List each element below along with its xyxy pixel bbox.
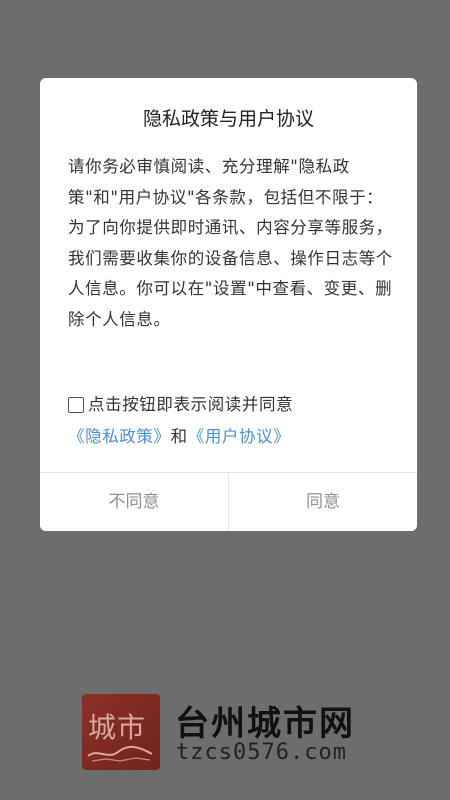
logo-text: 城市 [88, 711, 147, 744]
disagree-button[interactable]: 不同意 [40, 473, 228, 531]
consent-and-text: 和 [170, 427, 188, 446]
consent-row: 点击按钮即表示阅读并同意《隐私政策》和《用户协议》 [68, 389, 393, 453]
privacy-dialog: 隐私政策与用户协议 请你务必审慎阅读、充分理解"隐私政策"和"用户协议"各条款，… [40, 78, 417, 531]
consent-checkbox[interactable] [68, 397, 84, 413]
privacy-policy-link[interactable]: 《隐私政策》 [68, 427, 171, 446]
logo-swoosh-icon [87, 746, 153, 762]
dialog-body-text: 请你务必审慎阅读、充分理解"隐私政策"和"用户协议"各条款，包括但不限于：为了向… [68, 157, 393, 329]
brand-name: 台州城市网 [175, 704, 355, 744]
agree-button[interactable]: 同意 [229, 473, 417, 531]
user-agreement-link[interactable]: 《用户协议》 [188, 427, 291, 446]
brand-logo-icon: 城市 [82, 694, 160, 770]
brand-url: tzcs0576.com [176, 740, 347, 765]
dialog-title: 隐私政策与用户协议 [142, 108, 314, 130]
consent-prefix: 点击按钮即表示阅读并同意 [88, 395, 294, 414]
